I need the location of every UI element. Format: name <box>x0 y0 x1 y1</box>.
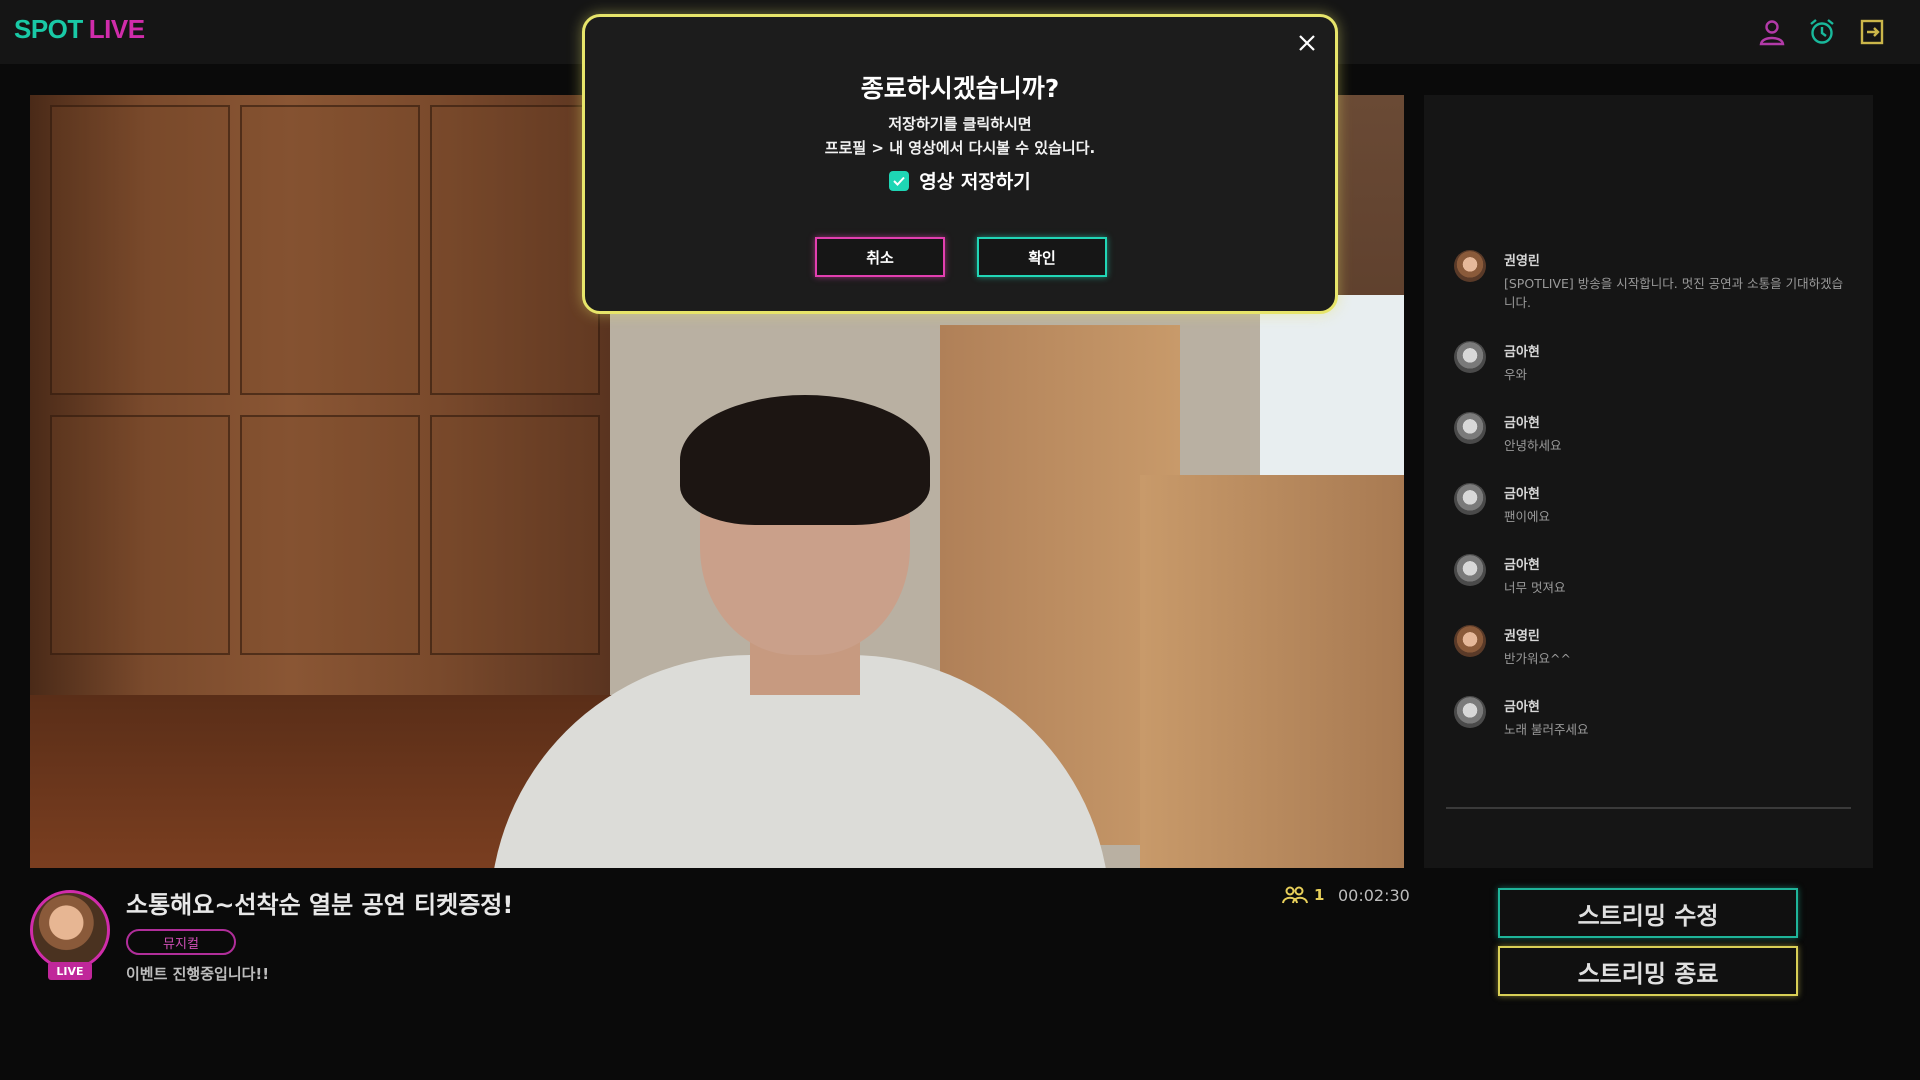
chat-text: 노래 불러주세요 <box>1504 722 1589 737</box>
viewer-count: 1 <box>1314 886 1325 904</box>
category-tag[interactable]: 뮤지컬 <box>126 929 236 955</box>
avatar <box>1454 250 1486 282</box>
save-video-label[interactable]: 영상 저장하기 <box>919 167 1031 194</box>
chat-username: 금아현 <box>1504 700 1540 715</box>
video-wardrobe <box>30 95 610 715</box>
check-icon <box>893 176 905 186</box>
top-icons <box>1758 18 1886 46</box>
chat-text: 너무 멋져요 <box>1504 580 1566 595</box>
viewer-count-display: 1 <box>1282 886 1324 904</box>
chat-divider <box>1446 807 1851 809</box>
avatar <box>1454 412 1486 444</box>
save-video-checkbox[interactable] <box>889 170 910 191</box>
avatar <box>1454 696 1486 728</box>
logo-spot: SPOT <box>14 14 83 44</box>
streamer-avatar[interactable] <box>30 890 110 970</box>
logo-live: LIVE <box>88 14 145 44</box>
video-drawers-2 <box>1140 475 1404 868</box>
viewers-icon <box>1282 886 1308 904</box>
chat-username: 금아현 <box>1504 345 1540 360</box>
stream-title: 소통해요~선착순 열분 공연 티켓증정! <box>126 891 514 919</box>
chat-text: 우와 <box>1504 367 1528 382</box>
close-icon[interactable] <box>1293 29 1321 57</box>
chat-text: 반가워요^^ <box>1504 651 1571 666</box>
end-streaming-button[interactable]: 스트리밍 종료 <box>1498 946 1798 996</box>
chat-username: 금아현 <box>1504 416 1540 431</box>
avatar <box>1454 483 1486 515</box>
edit-streaming-button[interactable]: 스트리밍 수정 <box>1498 888 1798 938</box>
dialog-message-line-2: 프로필 > 내 영상에서 다시볼 수 있습니다. <box>824 139 1096 157</box>
alarm-clock-icon[interactable] <box>1808 18 1836 46</box>
logout-icon[interactable] <box>1858 18 1886 46</box>
cancel-button[interactable]: 취소 <box>815 237 945 277</box>
save-video-option[interactable]: 영상 저장하기 <box>585 167 1335 194</box>
avatar <box>1454 341 1486 373</box>
chat-panel: 권영린 [SPOTLIVE] 방송을 시작합니다. 멋진 공연과 소통을 기대하… <box>1424 95 1873 868</box>
avatar <box>1454 554 1486 586</box>
chat-text: 안녕하세요 <box>1504 438 1562 453</box>
end-stream-dialog: 종료하시겠습니까? 저장하기를 클릭하시면 프로필 > 내 영상에서 다시볼 수… <box>582 14 1338 314</box>
confirm-button[interactable]: 확인 <box>977 237 1107 277</box>
chat-username: 금아현 <box>1504 487 1540 502</box>
chat-text: [SPOTLIVE] 방송을 시작합니다. 멋진 공연과 소통을 기대하겠습니다… <box>1504 276 1844 310</box>
chat-text: 팬이에요 <box>1504 509 1551 524</box>
live-badge: LIVE <box>48 962 92 980</box>
dialog-message-line-1: 저장하기를 클릭하시면 <box>888 115 1032 133</box>
video-person-hair <box>680 395 930 525</box>
chat-username: 금아현 <box>1504 558 1540 573</box>
chat-username: 권영린 <box>1504 629 1540 644</box>
stream-description: 이벤트 진행중입니다!! <box>126 965 270 983</box>
avatar <box>1454 625 1486 657</box>
elapsed-time: 00:02:30 <box>1338 886 1410 905</box>
dialog-title: 종료하시겠습니까? <box>860 74 1060 103</box>
chat-username: 권영린 <box>1504 254 1540 269</box>
user-icon[interactable] <box>1758 18 1786 46</box>
spotlive-logo[interactable]: SPOT LIVE <box>14 14 145 45</box>
